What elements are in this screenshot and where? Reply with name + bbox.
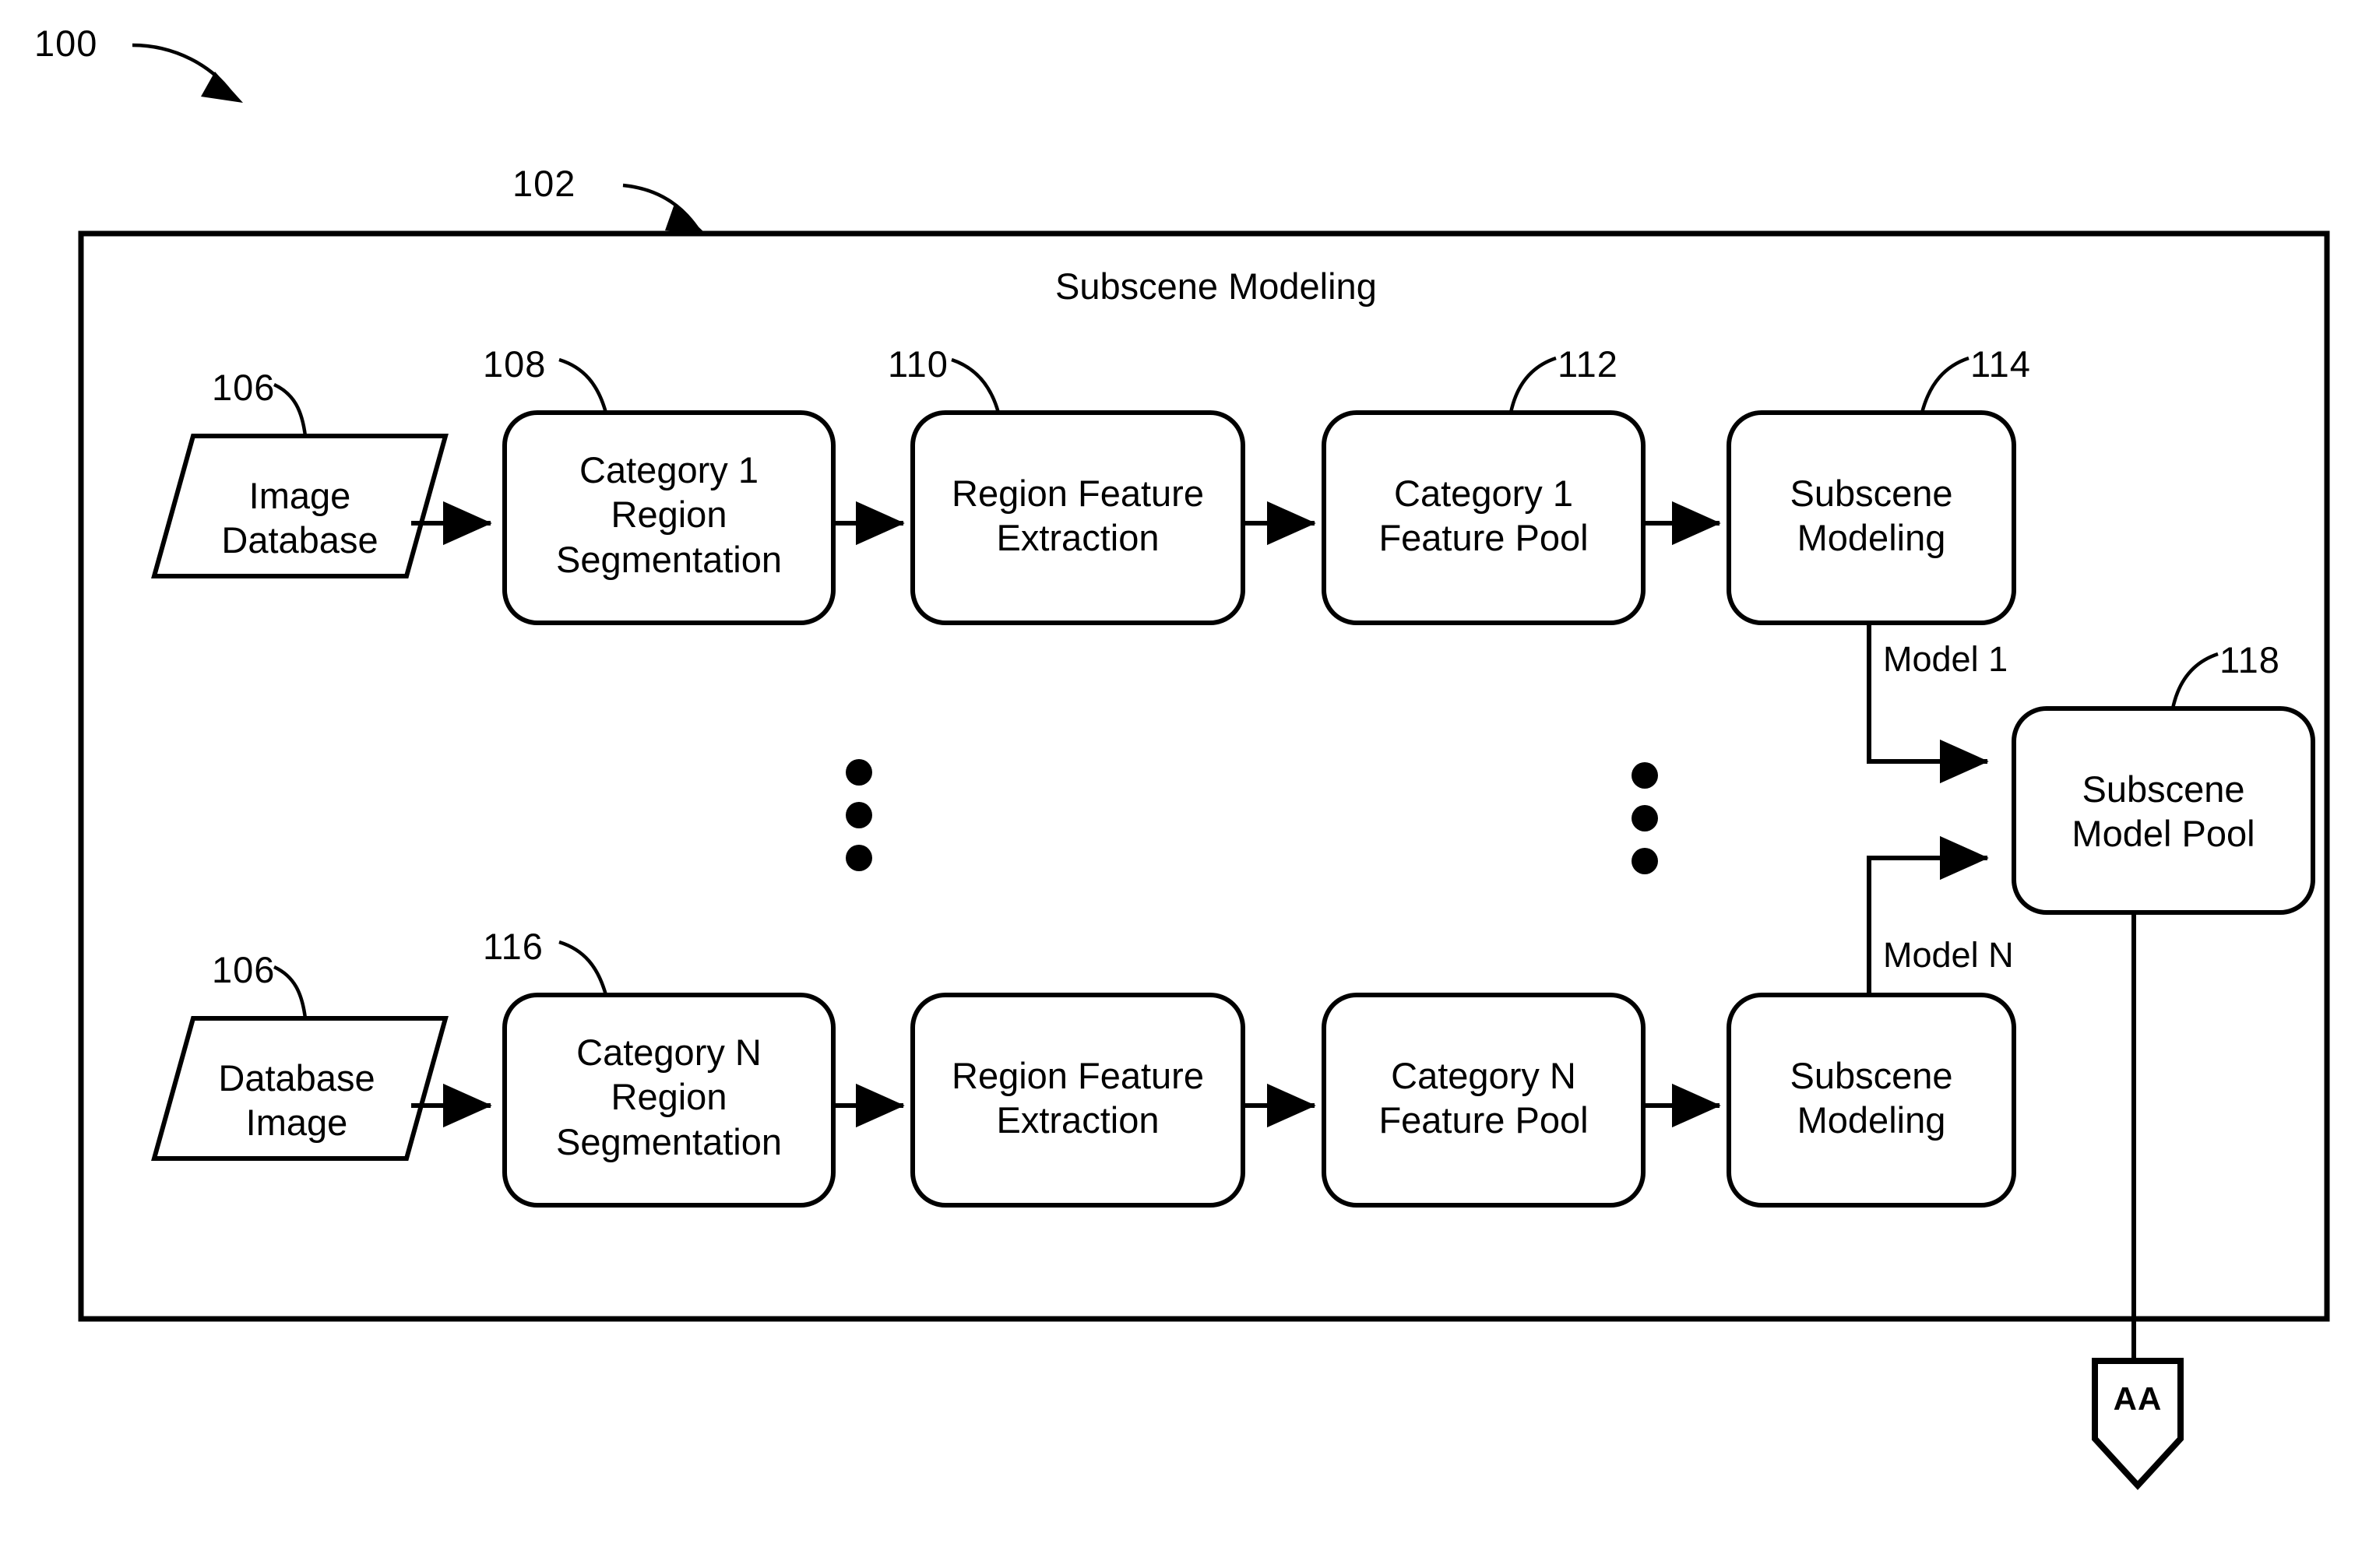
node-cat1pool-line1: Category 1 [1394, 473, 1573, 514]
node-catnpool-line2: Feature Pool [1378, 1099, 1589, 1141]
node-region-feature-extraction-1: Region Feature Extraction [913, 471, 1243, 561]
ref-number-108: 108 [483, 343, 547, 385]
container-ref-number: 102 [512, 163, 576, 204]
leader-102 [622, 183, 706, 235]
node-category-n-region-segmentation: Category N Region Segmentation [505, 1030, 833, 1164]
node-smn-line1: Subscene [1790, 1055, 1953, 1096]
node-sm1-line2: Modeling [1797, 517, 1946, 559]
ref-number-118: 118 [2219, 639, 2280, 680]
node-sm1-line1: Subscene [1790, 473, 1953, 514]
node-database-image-line1: Database [218, 1057, 375, 1099]
node-image-database-line2: Database [221, 519, 378, 561]
node-database-image-line2: Image [245, 1102, 348, 1144]
node-pool-line1: Subscene [2082, 768, 2245, 810]
node-catnseg-line1: Category N [576, 1032, 762, 1073]
node-rfe1-line1: Region Feature [952, 473, 1204, 514]
node-category-1-feature-pool: Category 1 Feature Pool [1324, 471, 1643, 561]
node-image-database: Image Database [179, 473, 421, 563]
node-rfen-line1: Region Feature [952, 1055, 1204, 1096]
container-title: Subscene Modeling [1055, 265, 1377, 307]
node-rfen-line2: Extraction [996, 1099, 1160, 1141]
leader-118 [2170, 652, 2219, 709]
leader-106-top [273, 382, 308, 437]
node-cat1seg-line3: Segmentation [555, 538, 783, 580]
ref-number-114: 114 [1970, 343, 2031, 385]
edge-label-model-n: Model N [1883, 935, 2014, 975]
node-region-feature-extraction-n: Region Feature Extraction [913, 1053, 1243, 1143]
leader-110 [951, 357, 1001, 413]
edge-label-model-1: Model 1 [1883, 639, 2008, 679]
ref-number-116: 116 [483, 926, 544, 967]
node-category-n-feature-pool: Category N Feature Pool [1324, 1053, 1643, 1143]
ref-number-106-top: 106 [212, 367, 276, 408]
node-subscene-model-pool: Subscene Model Pool [2014, 767, 2313, 856]
node-cat1seg-line1: Category 1 [579, 449, 759, 490]
node-catnseg-line3: Segmentation [555, 1120, 783, 1162]
leader-108 [558, 357, 608, 413]
ellipsis-right [1632, 762, 1658, 874]
node-cat1seg-line2: Region [611, 494, 727, 536]
leader-106-bottom [273, 965, 308, 1019]
node-category-1-region-segmentation: Category 1 Region Segmentation [505, 448, 833, 582]
node-smn-line2: Modeling [1797, 1099, 1946, 1141]
leader-116 [558, 940, 608, 996]
node-rfe1-line2: Extraction [996, 517, 1160, 559]
node-pool-line2: Model Pool [2072, 813, 2255, 855]
ref-number-112: 112 [1558, 343, 1618, 385]
leader-114 [1920, 356, 1969, 413]
ref-number-110: 110 [888, 343, 949, 385]
node-subscene-modeling-n: Subscene Modeling [1729, 1053, 2014, 1143]
node-cat1pool-line2: Feature Pool [1378, 517, 1589, 559]
node-subscene-modeling-1: Subscene Modeling [1729, 471, 2014, 561]
node-catnpool-line1: Category N [1391, 1055, 1576, 1096]
figure-ref-number: 100 [34, 23, 98, 64]
node-catnseg-line2: Region [611, 1076, 727, 1118]
ref-number-106-bottom: 106 [212, 949, 276, 990]
leader-112 [1508, 356, 1557, 413]
patent-figure: 100 102 Subscene Modeling 106 Image Data… [0, 0, 2369, 1568]
leader-100 [132, 43, 243, 103]
ellipsis-left [846, 759, 872, 871]
offpage-connector-aa-label: AA [2113, 1380, 2163, 1417]
node-image-database-line1: Image [248, 475, 351, 516]
node-database-image: Database Image [168, 1056, 425, 1145]
